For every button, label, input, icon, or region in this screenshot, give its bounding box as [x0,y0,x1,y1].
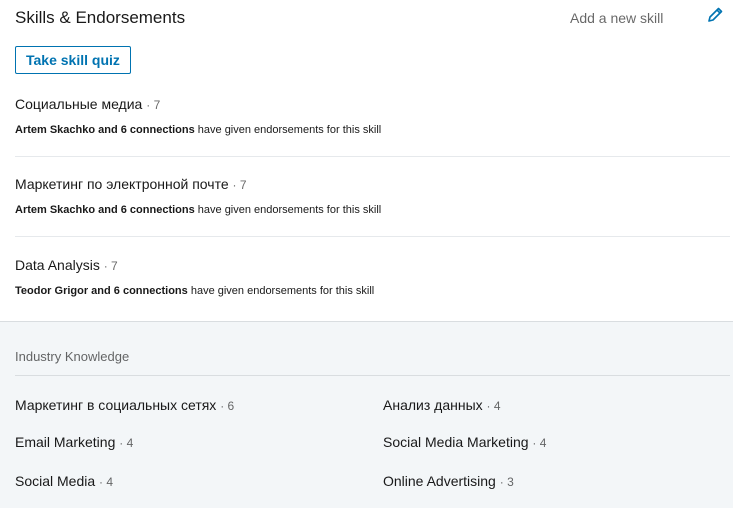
skill-item: Маркетинг по электронной почте · 7 Artem… [15,176,730,216]
skill-item: Социальные медиа · 7 Artem Skachko and 6… [15,96,730,136]
divider [15,156,730,157]
skill-name: Анализ данных [383,397,483,413]
skill-name: Email Marketing [15,434,116,450]
endorsers-link[interactable]: Teodor Grigor and 6 connections [15,285,188,297]
endorsement-text: have given endorsements for this skill [197,124,382,136]
skill-name: Online Advertising [383,473,496,489]
pencil-icon[interactable] [706,6,724,24]
endorsement-count: · 7 [146,98,161,112]
industry-skill-item[interactable]: Online Advertising · 3 [383,473,514,489]
skill-name: Social Media Marketing [383,434,529,450]
industry-skill-item[interactable]: Social Media · 4 [15,473,113,489]
divider [15,375,730,376]
endorsement-text: have given endorsements for this skill [197,204,382,216]
endorsement-text: have given endorsements for this skill [190,285,375,297]
add-new-skill-link[interactable]: Add a new skill [570,10,663,26]
skills-endorsements-card: Skills & Endorsements Add a new skill Ta… [0,0,733,508]
take-skill-quiz-button[interactable]: Take skill quiz [15,46,131,74]
industry-skill-item[interactable]: Social Media Marketing · 4 [383,434,546,450]
endorsement-count: · 3 [499,475,514,489]
endorsers-link[interactable]: Artem Skachko and 6 connections [15,124,195,136]
endorsement-summary: Artem Skachko and 6 connections have giv… [15,204,730,216]
endorsement-summary: Artem Skachko and 6 connections have giv… [15,124,730,136]
skill-name[interactable]: Data Analysis [15,257,100,273]
endorsement-count: · 4 [486,399,501,413]
endorsement-count: · 7 [232,178,247,192]
endorsement-count: · 7 [103,259,118,273]
endorsement-summary: Teodor Grigor and 6 connections have giv… [15,285,730,297]
divider [15,236,730,237]
endorsement-count: · 6 [220,399,235,413]
industry-skill-item[interactable]: Анализ данных · 4 [383,397,501,413]
industry-skill-item[interactable]: Маркетинг в социальных сетях · 6 [15,397,234,413]
endorsement-count: · 4 [119,436,134,450]
endorsers-link[interactable]: Artem Skachko and 6 connections [15,204,195,216]
skill-name: Social Media [15,473,96,489]
industry-knowledge-section: Industry Knowledge Маркетинг в социальны… [0,321,733,508]
skill-name: Маркетинг в социальных сетях [15,397,217,413]
industry-skill-item[interactable]: Email Marketing · 4 [15,434,133,450]
skill-item: Data Analysis · 7 Teodor Grigor and 6 co… [15,257,730,297]
skill-name[interactable]: Социальные медиа [15,96,142,112]
endorsement-count: · 4 [99,475,114,489]
endorsement-count: · 4 [532,436,547,450]
section-title: Skills & Endorsements [15,8,186,27]
skill-name[interactable]: Маркетинг по электронной почте [15,176,229,192]
industry-knowledge-title: Industry Knowledge [15,349,130,364]
